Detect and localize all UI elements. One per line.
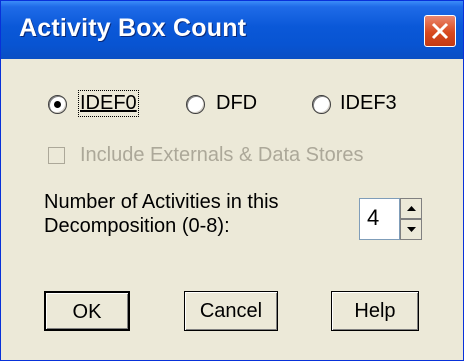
radio-dfd[interactable] xyxy=(186,95,205,114)
close-button[interactable] xyxy=(424,15,456,47)
include-externals-checkbox[interactable] xyxy=(48,147,65,164)
activities-label-line2: Decomposition (0-8): xyxy=(44,215,230,237)
radio-idef0[interactable] xyxy=(48,95,67,114)
spin-up-button[interactable] xyxy=(400,198,422,219)
idef0-label-text: IDEF0 xyxy=(80,92,137,114)
radio-idef3-label[interactable]: IDEF3 xyxy=(340,92,397,115)
include-externals-label: Include Externals & Data Stores xyxy=(80,144,364,166)
spin-down-button[interactable] xyxy=(400,219,422,240)
radio-idef0-label[interactable]: IDEF0 xyxy=(78,90,139,117)
activities-label-line1: Number of Activities in this xyxy=(44,191,279,213)
dialog-title: Activity Box Count xyxy=(19,14,247,42)
dialog-window: Activity Box Count IDEF0 DFD IDEF3 Inclu… xyxy=(0,0,464,361)
close-icon xyxy=(431,22,449,40)
radio-idef3[interactable] xyxy=(312,95,331,114)
help-button[interactable]: Help xyxy=(331,291,419,331)
title-bar[interactable]: Activity Box Count xyxy=(1,1,463,59)
arrow-up-icon xyxy=(407,206,416,211)
cancel-button[interactable]: Cancel xyxy=(184,291,278,331)
activities-count-input[interactable]: 4 xyxy=(359,198,400,240)
activities-spinner[interactable] xyxy=(400,198,422,240)
radio-selected-dot xyxy=(54,101,61,108)
arrow-down-icon xyxy=(407,227,416,232)
dialog-body: IDEF0 DFD IDEF3 Include Externals & Data… xyxy=(4,59,460,357)
ok-button[interactable]: OK xyxy=(44,291,130,331)
radio-dfd-label[interactable]: DFD xyxy=(216,92,257,115)
